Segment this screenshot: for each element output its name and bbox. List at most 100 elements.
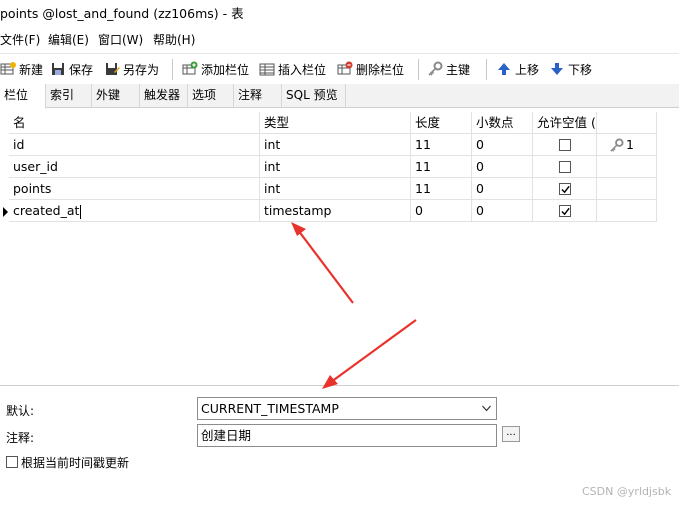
field-decimals: 0 [476,137,484,152]
checkmark-icon [561,185,570,194]
tab-bar: 栏位 索引 外键 触发器 选项 注释 SQL 预览 [0,84,679,109]
save-button[interactable]: 保存 [50,59,93,79]
delete-field-button[interactable]: 删除栏位 [337,59,404,79]
save-as-icon [106,63,120,75]
field-decimals-cell[interactable]: 0 [472,134,533,156]
tab-foreign-keys[interactable]: 外键 [92,84,140,108]
menu-edit[interactable]: 编辑(E) [48,31,89,48]
tab-foreign-keys-label: 外键 [96,88,121,102]
comment-browse-button[interactable]: ... [502,426,520,442]
annotation-arrow-down [330,319,417,383]
column-header-nullable[interactable]: 允许空值 ( [533,112,597,134]
field-type: int [264,181,281,196]
field-length-cell[interactable]: 0 [411,200,472,222]
column-header-name[interactable]: 名 [9,112,260,134]
column-header-length-label: 长度 [415,115,441,130]
field-type-cell[interactable]: int [260,156,411,178]
field-length-cell[interactable]: 11 [411,156,472,178]
tab-sql-preview[interactable]: SQL 预览 [282,84,346,108]
primary-key-label: 主键 [446,62,471,77]
field-type: timestamp [264,203,332,218]
toolbar-separator [418,59,419,80]
move-down-label: 下移 [568,62,593,77]
field-type-cell[interactable]: int [260,178,411,200]
field-decimals-cell[interactable]: 0 [472,156,533,178]
annotation-arrow-up [297,229,354,304]
move-up-button[interactable]: 上移 [496,59,539,79]
field-name-cell[interactable]: created_at [9,200,260,222]
field-name-cell[interactable]: points [9,178,260,200]
field-type-cell[interactable]: timestamp [260,200,411,222]
add-field-button[interactable]: 添加栏位 [182,59,249,79]
tab-fields[interactable]: 栏位 [0,84,46,109]
tab-indexes[interactable]: 索引 [46,84,92,108]
field-name: created_at [13,203,80,218]
tab-triggers[interactable]: 触发器 [140,84,188,108]
chevron-down-icon [482,405,491,412]
field-type-cell[interactable]: int [260,134,411,156]
field-type: int [264,137,281,152]
field-key-cell [597,200,657,222]
field-decimals-cell[interactable]: 0 [472,200,533,222]
column-header-decimals[interactable]: 小数点 [472,112,533,134]
nullable-checkbox[interactable] [559,183,571,195]
field-name: id [13,137,25,152]
comment-label: 注释: [6,431,35,445]
column-header-type[interactable]: 类型 [260,112,411,134]
field-decimals: 0 [476,181,484,196]
nullable-checkbox[interactable] [559,161,571,173]
save-as-label: 另存为 [123,62,160,77]
field-length: 11 [415,181,431,196]
tab-options[interactable]: 选项 [188,84,234,108]
field-name: user_id [13,159,58,174]
field-decimals-cell[interactable]: 0 [472,178,533,200]
field-type: int [264,159,281,174]
arrow-up-icon [498,63,510,75]
default-value-dropdown[interactable]: CURRENT_TIMESTAMP [197,397,497,420]
default-label: 默认: [6,404,35,418]
column-header-nullable-label: 允许空值 ( [537,115,596,130]
comment-input[interactable]: 创建日期 [197,424,497,447]
field-decimals: 0 [476,203,484,218]
pane-divider[interactable] [0,385,679,386]
field-key-cell [597,156,657,178]
arrow-down-icon [551,63,563,75]
toolbar-separator [172,59,173,80]
menu-bar: 文件(F) 编辑(E) 窗口(W) 帮助(H) [0,27,679,51]
add-field-icon [182,61,198,75]
primary-key-button[interactable]: 主键 [427,59,470,79]
new-label: 新建 [19,62,44,77]
field-name-cell[interactable]: user_id [9,156,260,178]
title-bar: points @lost_and_found (zz106ms) - 表 [0,0,679,24]
nullable-checkbox[interactable] [559,205,571,217]
menu-window[interactable]: 窗口(W) [98,31,143,48]
field-key-cell [597,178,657,200]
field-length: 11 [415,159,431,174]
on-update-label: 根据当前时间戳更新 [21,456,130,470]
menu-help[interactable]: 帮助(H) [153,31,195,48]
field-length-cell[interactable]: 11 [411,134,472,156]
key-order: 1 [626,137,634,152]
column-header-decimals-label: 小数点 [476,115,514,130]
column-header-length[interactable]: 长度 [411,112,472,134]
menu-file[interactable]: 文件(F) [0,31,40,48]
field-name-cell[interactable]: id [9,134,260,156]
insert-field-button[interactable]: 插入栏位 [259,59,326,79]
on-update-checkbox[interactable] [6,456,18,468]
window-title: points @lost_and_found (zz106ms) - 表 [0,6,244,21]
annotation-arrowhead-down [322,375,338,389]
insert-field-label: 插入栏位 [278,62,327,77]
toolbar-separator [486,59,487,80]
tab-comment[interactable]: 注释 [234,84,282,108]
field-length-cell[interactable]: 11 [411,178,472,200]
field-nullable-cell [533,134,597,156]
move-down-button[interactable]: 下移 [549,59,592,79]
tab-indexes-label: 索引 [50,88,75,102]
field-name: points [13,181,52,196]
new-button[interactable]: 新建 [0,59,43,79]
field-nullable-cell [533,178,597,200]
nullable-checkbox[interactable] [559,139,571,151]
column-header-key [597,112,657,134]
save-as-button[interactable]: 另存为 [104,59,159,79]
default-value: CURRENT_TIMESTAMP [201,401,339,416]
